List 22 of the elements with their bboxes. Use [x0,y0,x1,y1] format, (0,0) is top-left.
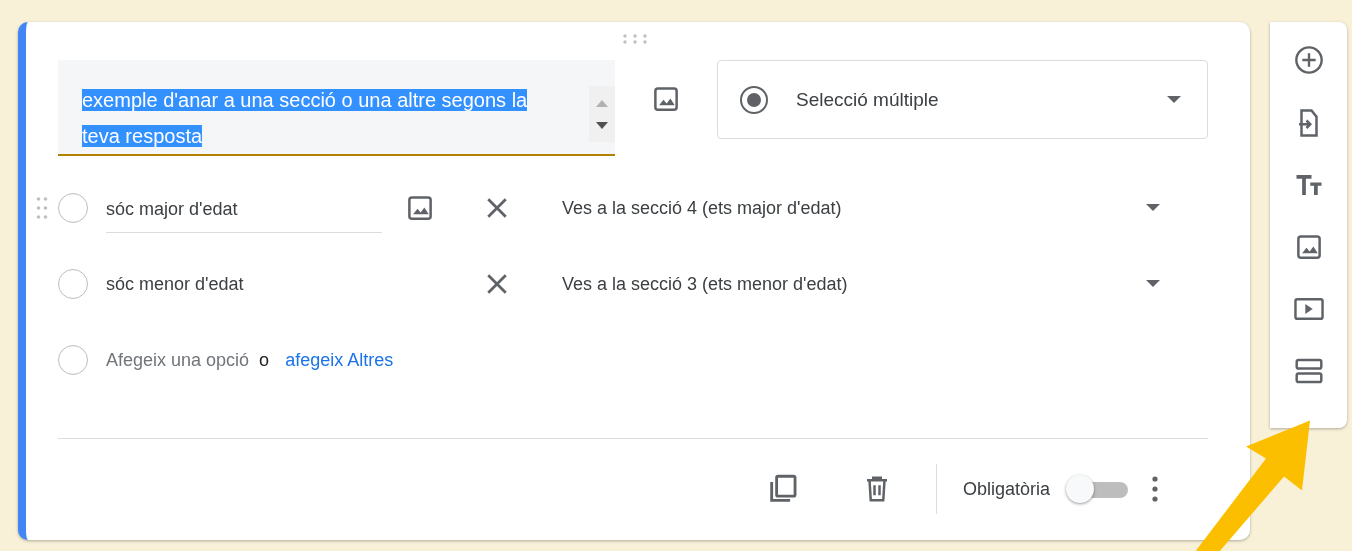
drag-handle-icon[interactable] [622,34,648,44]
image-icon[interactable] [405,193,435,223]
option-field[interactable]: sóc menor d'edat [106,261,382,307]
option-field[interactable]: sóc major d'edat [106,183,382,233]
scrollbar[interactable] [589,86,615,142]
caret-icon [1146,204,1160,212]
required-toggle[interactable] [1066,474,1130,504]
add-option-field[interactable]: Afegeix una opció [106,349,250,371]
caret-icon [1146,280,1160,288]
add-question-icon[interactable] [1292,44,1325,76]
section-icon[interactable] [1292,356,1325,386]
section-dropdown[interactable]: Ves a la secció 3 (ets menor d'edat) [562,273,1182,295]
image-icon[interactable] [651,84,681,114]
separator-text: o [259,349,270,371]
drag-handle-icon[interactable] [36,196,48,220]
section-dropdown[interactable]: Ves a la secció 4 (ets major d'edat) [562,197,1182,219]
required-label: Obligatòria [962,478,1050,500]
radio-icon [740,85,768,114]
more-icon[interactable] [1152,476,1158,502]
caret-icon [1167,95,1181,104]
add-other-link[interactable]: afegeix Altres [285,349,394,371]
question-type-dropdown[interactable]: Selecció múltiple [717,60,1208,139]
